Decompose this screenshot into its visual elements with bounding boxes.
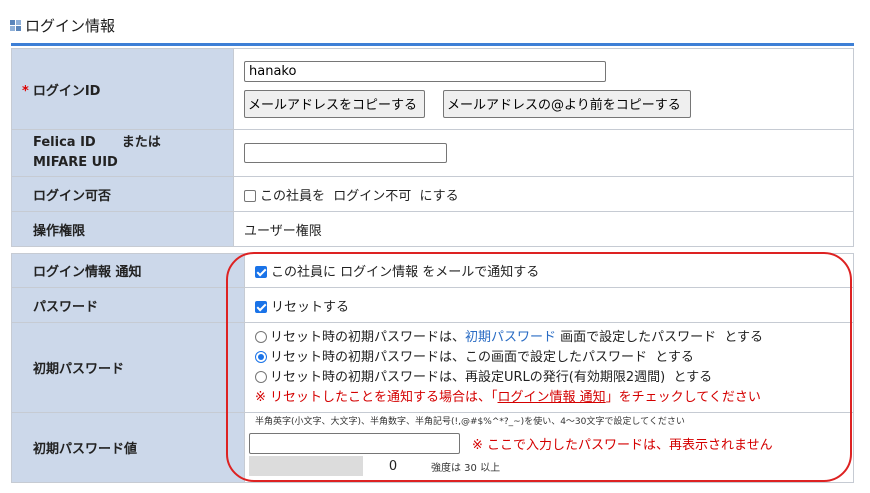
grid-icon (10, 19, 21, 31)
password-strength-bar (249, 456, 363, 476)
option-2-radio[interactable] (255, 350, 267, 363)
title-divider (11, 43, 854, 46)
password-strength-note: 強度は 30 以上 (431, 462, 501, 474)
login-info-table-bottom: ログイン情報 通知 この社員に ログイン情報 をメールで通知する パスワード リ… (11, 253, 854, 483)
copy-email-local-part-button[interactable]: メールアドレスの@より前をコピーする (443, 89, 691, 118)
login-info-table-top: *ログインID メールアドレスをコピーするメールアドレスの@より前をコピーする … (11, 48, 854, 247)
permission-value: ユーザー権限 (233, 211, 854, 247)
row-felica: Felica ID または MIFARE UID (11, 129, 854, 177)
option-1-radio[interactable] (255, 330, 267, 343)
notify-checkbox[interactable] (255, 266, 267, 278)
initial-password-screen-link[interactable]: 初期パスワード (465, 330, 556, 345)
login-allowed-value-cell: この社員を ログイン不可 にする (233, 176, 854, 212)
notify-label: ログイン情報 通知 (11, 253, 245, 288)
row-login-id: *ログインID メールアドレスをコピーするメールアドレスの@より前をコピーする (11, 48, 854, 130)
login-disable-checkbox[interactable] (244, 189, 256, 202)
login-id-label-cell: * ログインID (11, 48, 234, 130)
row-password: パスワード リセットする (11, 287, 854, 323)
felica-label-cell: Felica ID または MIFARE UID (11, 129, 234, 177)
password-reset-text: リセットする (271, 299, 350, 315)
notify-value-cell: この社員に ログイン情報 をメールで通知する (244, 253, 854, 288)
required-mark: * (22, 83, 29, 99)
login-id-label: ログインID (32, 83, 101, 99)
login-disable-text: この社員を ログイン不可 にする (260, 188, 459, 204)
initial-password-option-2[interactable]: リセット時の初期パスワードは、この画面で設定したパスワード とする (255, 348, 853, 368)
initial-password-value-cell: リセット時の初期パスワードは、初期パスワード 画面で設定したパスワード とする … (244, 322, 854, 413)
password-value-cell: リセットする (244, 287, 854, 323)
row-login-allowed: ログイン可否 この社員を ログイン不可 にする (11, 176, 854, 212)
permission-label: 操作権限 (11, 211, 234, 247)
initial-password-label: 初期パスワード (11, 322, 245, 413)
notify-text: この社員に ログイン情報 をメールで通知する (271, 265, 540, 280)
row-notify: ログイン情報 通知 この社員に ログイン情報 をメールで通知する (11, 253, 854, 288)
login-id-input[interactable] (244, 60, 606, 82)
password-reset-checkbox[interactable] (255, 300, 267, 313)
reset-notify-warning: ※ リセットしたことを通知する場合は、「ログイン情報 通知」をチェックしてくださ… (255, 389, 761, 405)
copy-email-button[interactable]: メールアドレスをコピーする (244, 89, 425, 118)
initial-password-value-cell: 半角英字(小文字、大文字)、半角数字、半角記号(!,@#$%^*?_~)を使い、… (244, 412, 854, 483)
row-initial-password: 初期パスワード リセット時の初期パスワードは、初期パスワード 画面で設定したパス… (11, 322, 854, 413)
initial-password-input[interactable] (249, 432, 460, 454)
password-rule-hint: 半角英字(小文字、大文字)、半角数字、半角記号(!,@#$%^*?_~)を使い、… (255, 417, 685, 427)
initial-password-option-1[interactable]: リセット時の初期パスワードは、初期パスワード 画面で設定したパスワード とする (255, 328, 853, 348)
password-not-shown-warning: ※ ここで入力したパスワードは、再表示されません (472, 437, 773, 453)
initial-password-value-label: 初期パスワード値 (11, 412, 245, 483)
option-3-radio[interactable] (255, 370, 267, 383)
felica-label-line2: MIFARE UID (33, 155, 118, 170)
felica-label-line1: Felica ID または (33, 135, 161, 150)
login-allowed-label: ログイン可否 (11, 176, 234, 212)
row-permission: 操作権限 ユーザー権限 (11, 211, 854, 247)
felica-value-cell (233, 129, 854, 177)
password-strength-value: 0 (388, 458, 398, 474)
login-id-value-cell: メールアドレスをコピーするメールアドレスの@より前をコピーする (233, 48, 854, 130)
row-initial-password-value: 初期パスワード値 半角英字(小文字、大文字)、半角数字、半角記号(!,@#$%^… (11, 412, 854, 483)
notify-setting-link[interactable]: ログイン情報 通知 (498, 390, 606, 405)
section-title: ログイン情報 (25, 16, 116, 35)
password-label: パスワード (11, 287, 245, 323)
felica-id-input[interactable] (244, 143, 447, 163)
section-header: ログイン情報 (10, 13, 115, 37)
initial-password-option-3[interactable]: リセット時の初期パスワードは、再設定URLの発行(有効期限2週間) とする (255, 368, 853, 388)
